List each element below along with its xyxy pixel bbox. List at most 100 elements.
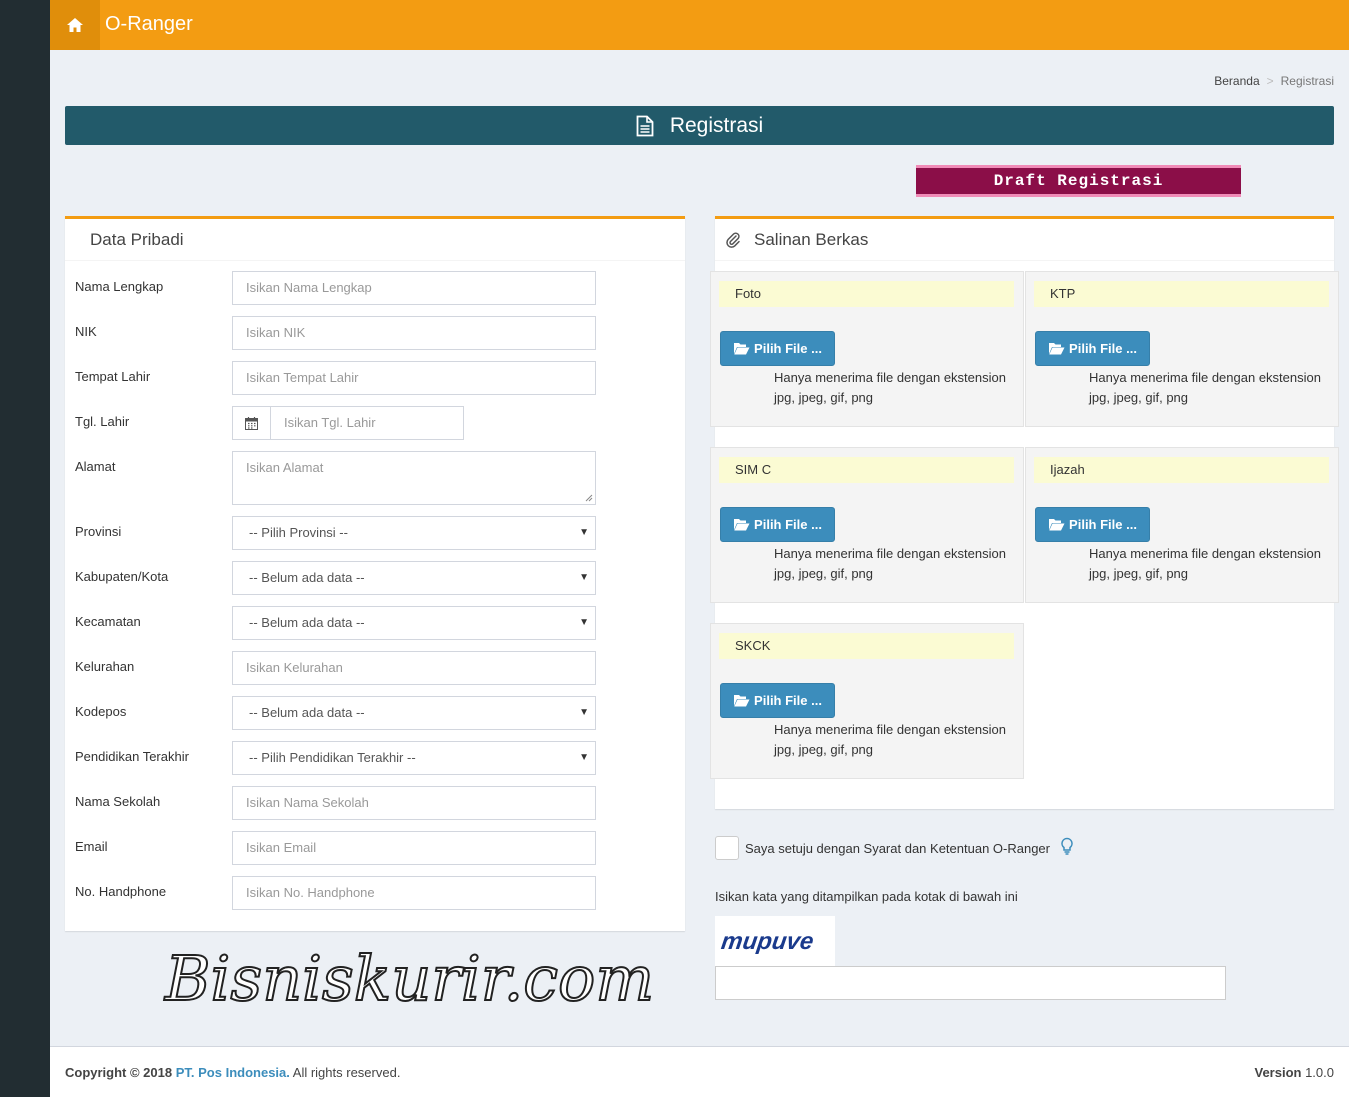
- folder-open-icon: [1049, 343, 1065, 355]
- dropdown-arrow-icon: ▼: [579, 572, 589, 583]
- kecamatan-value: -- Belum ada data --: [249, 615, 365, 630]
- folder-open-icon: [734, 343, 750, 355]
- personal-data-box: Data Pribadi Nama Lengkap Isikan Nama Le…: [65, 216, 685, 931]
- page-title: Registrasi: [669, 113, 764, 137]
- dropdown-arrow-icon: ▼: [579, 527, 589, 538]
- choose-file-button[interactable]: Pilih File ...: [1035, 331, 1150, 366]
- file-note: Hanya menerima file dengan ekstension jp…: [1089, 370, 1321, 405]
- folder-open-icon: [1049, 519, 1065, 531]
- app-title[interactable]: O-Ranger: [105, 13, 193, 36]
- folder-open-icon: [734, 695, 750, 707]
- label-handphone: No. Handphone: [75, 884, 167, 899]
- label-nama-sekolah: Nama Sekolah: [75, 794, 161, 809]
- document-icon: [636, 115, 654, 136]
- choose-file-button[interactable]: Pilih File ...: [720, 507, 835, 542]
- pendidikan-select[interactable]: -- Pilih Pendidikan Terakhir -- ▼: [232, 741, 596, 775]
- file-card-title: Ijazah: [1034, 457, 1329, 483]
- kodepos-value: -- Belum ada data --: [249, 705, 365, 720]
- email-input[interactable]: Isikan Email: [232, 831, 596, 865]
- file-note: Hanya menerima file dengan ekstension jp…: [774, 722, 1006, 757]
- tgl-lahir-placeholder: Isikan Tgl. Lahir: [284, 415, 376, 430]
- breadcrumb-separator: >: [1266, 74, 1274, 88]
- breadcrumb-home[interactable]: Beranda: [1214, 74, 1259, 88]
- watermark-text: Bisniskurir.com: [164, 942, 654, 1015]
- company-link[interactable]: PT. Pos Indonesia.: [176, 1065, 290, 1080]
- nama-input[interactable]: Isikan Nama Lengkap: [232, 271, 596, 305]
- file-card-title: Foto: [719, 281, 1014, 307]
- choose-file-label: Pilih File ...: [754, 517, 822, 532]
- version-number: 1.0.0: [1305, 1065, 1334, 1080]
- kecamatan-select[interactable]: -- Belum ada data -- ▼: [232, 606, 596, 640]
- provinsi-select[interactable]: -- Pilih Provinsi -- ▼: [232, 516, 596, 550]
- label-pendidikan: Pendidikan Terakhir: [75, 749, 189, 764]
- label-nik: NIK: [75, 324, 97, 339]
- label-kodepos: Kodepos: [75, 704, 127, 719]
- label-kabupaten: Kabupaten/Kota: [75, 569, 169, 584]
- alamat-textarea[interactable]: Isikan Alamat: [232, 451, 596, 505]
- kelurahan-input[interactable]: Isikan Kelurahan: [232, 651, 596, 685]
- choose-file-label: Pilih File ...: [1069, 517, 1137, 532]
- terms-agreement: Saya setuju dengan Syarat dan Ketentuan …: [715, 836, 1074, 860]
- watermark: Bisniskurir.com: [163, 941, 655, 1015]
- choose-file-button[interactable]: Pilih File ...: [720, 683, 835, 718]
- calendar-icon: [245, 416, 258, 430]
- breadcrumb-current: Registrasi: [1280, 74, 1334, 88]
- page-title-bar: Registrasi: [65, 106, 1334, 145]
- files-box-header: Salinan Berkas: [715, 219, 1334, 261]
- top-navbar: O-Ranger: [50, 0, 1349, 50]
- tgl-lahir-input[interactable]: Isikan Tgl. Lahir: [232, 406, 464, 440]
- label-provinsi: Provinsi: [75, 524, 122, 539]
- dropdown-arrow-icon: ▼: [579, 707, 589, 718]
- home-icon: [67, 18, 83, 32]
- choose-file-button[interactable]: Pilih File ...: [1035, 507, 1150, 542]
- pendidikan-value: -- Pilih Pendidikan Terakhir --: [249, 750, 416, 765]
- dropdown-arrow-icon: ▼: [579, 752, 589, 763]
- kabupaten-value: -- Belum ada data --: [249, 570, 365, 585]
- personal-data-title: Data Pribadi: [65, 219, 685, 261]
- captcha-input[interactable]: [715, 966, 1226, 1000]
- resize-grip-icon[interactable]: [585, 494, 593, 502]
- choose-file-label: Pilih File ...: [1069, 341, 1137, 356]
- provinsi-value: -- Pilih Provinsi --: [249, 525, 348, 540]
- file-note: Hanya menerima file dengan ekstension jp…: [1089, 546, 1321, 581]
- file-card-skck: SKCK Pilih File ... Hanya menerima file …: [710, 623, 1024, 779]
- choose-file-label: Pilih File ...: [754, 693, 822, 708]
- file-note: Hanya menerima file dengan ekstension jp…: [774, 546, 1006, 581]
- label-tempat-lahir: Tempat Lahir: [75, 369, 151, 384]
- file-card-title: SKCK: [719, 633, 1014, 659]
- kodepos-select[interactable]: -- Belum ada data -- ▼: [232, 696, 596, 730]
- tempat-lahir-input[interactable]: Isikan Tempat Lahir: [232, 361, 596, 395]
- file-card-title: SIM C: [719, 457, 1014, 483]
- handphone-input[interactable]: Isikan No. Handphone: [232, 876, 596, 910]
- version-info: Version 1.0.0: [1254, 1065, 1334, 1080]
- folder-open-icon: [734, 519, 750, 531]
- draft-registration-button[interactable]: Draft Registrasi: [916, 165, 1241, 197]
- terms-label[interactable]: Saya setuju dengan Syarat dan Ketentuan …: [745, 841, 1050, 856]
- choose-file-button[interactable]: Pilih File ...: [720, 331, 835, 366]
- captcha-image: mupuve: [715, 916, 835, 966]
- version-label: Version: [1254, 1065, 1302, 1080]
- copyright-prefix: Copyright © 2018: [65, 1065, 173, 1080]
- copyright: Copyright © 2018 PT. Pos Indonesia. All …: [65, 1065, 400, 1080]
- file-card-ktp: KTP Pilih File ... Hanya menerima file d…: [1025, 271, 1339, 427]
- nik-input[interactable]: Isikan NIK: [232, 316, 596, 350]
- terms-checkbox[interactable]: [715, 836, 739, 860]
- lightbulb-icon[interactable]: [1060, 837, 1074, 856]
- breadcrumb: Beranda > Registrasi: [1214, 74, 1334, 88]
- home-button[interactable]: [50, 0, 100, 50]
- footer: Copyright © 2018 PT. Pos Indonesia. All …: [50, 1046, 1349, 1097]
- file-card-simc: SIM C Pilih File ... Hanya menerima file…: [710, 447, 1024, 603]
- kabupaten-select[interactable]: -- Belum ada data -- ▼: [232, 561, 596, 595]
- files-title: Salinan Berkas: [754, 229, 869, 249]
- calendar-addon[interactable]: [233, 407, 271, 439]
- captcha-label: Isikan kata yang ditampilkan pada kotak …: [715, 889, 1018, 904]
- file-card-ijazah: Ijazah Pilih File ... Hanya menerima fil…: [1025, 447, 1339, 603]
- label-tgl-lahir: Tgl. Lahir: [75, 414, 130, 429]
- captcha-word: mupuve: [720, 928, 816, 955]
- nama-sekolah-input[interactable]: Isikan Nama Sekolah: [232, 786, 596, 820]
- choose-file-label: Pilih File ...: [754, 341, 822, 356]
- file-card-title: KTP: [1034, 281, 1329, 307]
- label-nama: Nama Lengkap: [75, 279, 164, 294]
- label-email: Email: [75, 839, 108, 854]
- file-card-foto: Foto Pilih File ... Hanya menerima file …: [710, 271, 1024, 427]
